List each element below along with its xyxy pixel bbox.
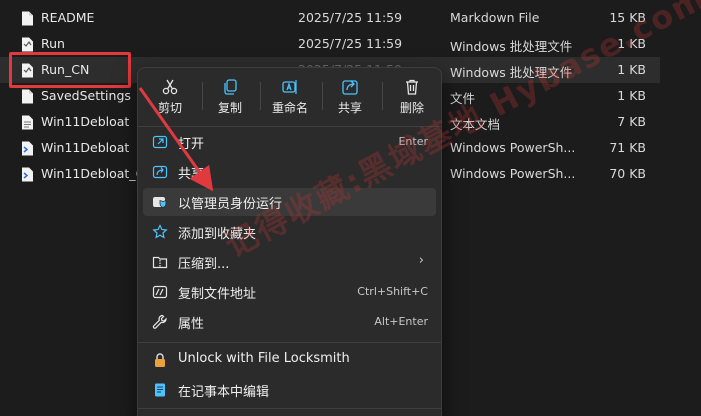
cut-label: 剪切 <box>157 101 182 115</box>
copy-icon <box>224 79 237 95</box>
rename-label: 重命名 <box>271 101 308 115</box>
path-icon <box>152 285 168 299</box>
file-type: Markdown File <box>450 10 540 25</box>
chevron-right-icon: › <box>418 253 424 268</box>
menu-item-add-favorites[interactable]: 添加到收藏夹 <box>143 218 436 246</box>
file-name: Run <box>41 36 65 51</box>
rename-button[interactable]: 重命名 <box>262 74 318 120</box>
open-icon <box>152 135 168 149</box>
file-date: 2025/7/25 11:59 <box>298 10 403 25</box>
star-icon <box>152 224 168 239</box>
file-size: 1 KB <box>617 88 646 103</box>
menu-item-share[interactable]: 共享 <box>143 158 436 186</box>
file-size: 1 KB <box>617 62 646 77</box>
menu-item-label: 压缩到... <box>178 257 230 272</box>
trash-icon <box>406 79 418 95</box>
shortcut-text: Alt+Enter <box>374 315 428 328</box>
delete-label: 删除 <box>399 101 424 115</box>
menu-item-run-as-admin[interactable]: 以管理员身份运行 <box>143 188 436 216</box>
menu-item-label: 复制文件地址 <box>178 287 257 302</box>
share-label: 共享 <box>337 101 362 115</box>
file-name: README <box>41 10 95 25</box>
menu-item-compress[interactable]: 压缩到... › <box>143 248 436 276</box>
shield-icon <box>153 197 167 208</box>
menu-item-label: 属性 <box>178 317 205 332</box>
scissors-icon <box>162 79 178 95</box>
menu-item-label: 在记事本中编辑 <box>178 385 270 400</box>
share-icon <box>342 80 358 95</box>
file-date: 2025/7/25 11:59 <box>298 36 403 51</box>
file-type: 文件 <box>450 91 476 106</box>
share-icon <box>152 165 168 179</box>
menu-divider <box>138 126 441 127</box>
zip-icon <box>152 256 168 269</box>
copy-label: 复制 <box>217 101 242 115</box>
document-icon <box>22 89 33 104</box>
notepad-icon <box>155 383 165 397</box>
menu-item-label: 打开 <box>178 137 205 152</box>
file-type: 文本文档 <box>450 117 501 132</box>
document-icon <box>22 11 33 26</box>
file-name: Win11Debloat <box>41 140 130 155</box>
delete-button[interactable]: 删除 <box>384 74 440 120</box>
share-button[interactable]: 共享 <box>322 74 378 120</box>
file-type: Windows 批处理文件 <box>450 65 573 80</box>
powershell-file-icon <box>22 167 33 182</box>
menu-item-file-locksmith[interactable]: Unlock with File Locksmith <box>143 346 436 374</box>
text-file-icon <box>22 115 33 130</box>
file-name: Win11Debloat <box>41 114 130 129</box>
menu-divider <box>138 408 441 409</box>
context-menu-toolbar: 剪切 复制 重命名 共享 删除 <box>138 68 441 124</box>
rename-icon <box>282 80 297 94</box>
toolbar-divider <box>260 82 261 110</box>
file-size: 71 KB <box>609 140 646 155</box>
menu-divider <box>138 342 441 343</box>
file-size: 1 KB <box>617 36 646 51</box>
menu-item-edit-notepad[interactable]: 在记事本中编辑 <box>143 376 436 404</box>
batch-file-icon <box>22 37 33 52</box>
copy-button[interactable]: 复制 <box>202 74 258 120</box>
menu-item-open[interactable]: 打开 Enter <box>143 128 436 156</box>
file-name: SavedSettings <box>41 88 131 103</box>
file-row[interactable]: README 2025/7/25 11:59 Markdown File 15 … <box>0 5 660 31</box>
powershell-file-icon <box>22 141 33 156</box>
toolbar-divider <box>382 82 383 110</box>
file-type: Windows 批处理文件 <box>450 39 573 54</box>
context-menu: 剪切 复制 重命名 共享 删除 打开 Enter 共享 以管理员身份运行 添加到… <box>137 67 442 416</box>
shortcut-text: Ctrl+Shift+C <box>357 285 428 298</box>
selection-highlight-box <box>9 52 131 88</box>
file-size: 70 KB <box>609 166 646 181</box>
menu-item-label: 共享 <box>178 167 205 182</box>
lock-icon <box>155 353 165 367</box>
menu-item-label: 添加到收藏夹 <box>178 227 257 242</box>
menu-item-label: 以管理员身份运行 <box>178 197 283 212</box>
file-size: 15 KB <box>609 10 646 25</box>
file-type: Windows PowerSh... <box>450 140 576 155</box>
file-type: Windows PowerSh... <box>450 166 576 181</box>
wrench-icon <box>152 314 167 329</box>
menu-item-properties[interactable]: 属性 Alt+Enter <box>143 308 436 336</box>
file-size: 7 KB <box>617 114 646 129</box>
cut-button[interactable]: 剪切 <box>142 74 198 120</box>
menu-item-label: Unlock with File Locksmith <box>178 351 350 366</box>
menu-item-copy-path[interactable]: 复制文件地址 Ctrl+Shift+C <box>143 278 436 306</box>
shortcut-text: Enter <box>398 135 428 148</box>
